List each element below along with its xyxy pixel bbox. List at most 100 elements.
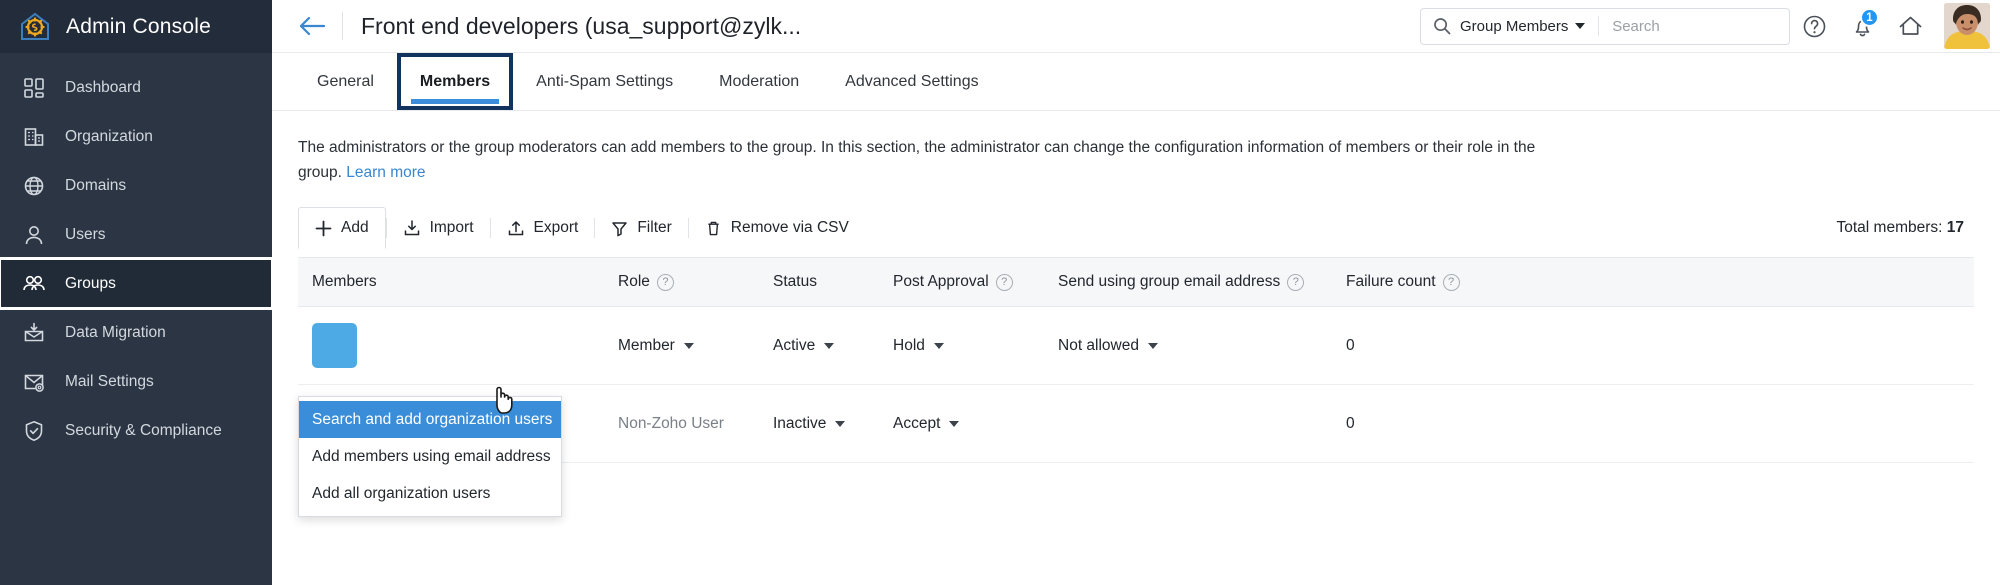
status-value: Inactive: [773, 414, 827, 432]
divider: [1598, 16, 1600, 36]
role-value: Non-Zoho User: [618, 414, 724, 432]
help-icon[interactable]: ?: [1287, 273, 1305, 291]
table-header-row: Members Role ? Status Post Approval ? Se: [298, 257, 1974, 308]
brand[interactable]: Admin Console: [0, 0, 272, 53]
admin-console-logo-icon: [18, 10, 52, 44]
add-label: Add: [341, 219, 369, 237]
sidebar-item-label: Mail Settings: [65, 372, 154, 390]
section-description: The administrators or the group moderato…: [298, 135, 1548, 185]
filter-button[interactable]: Filter: [595, 207, 687, 249]
search-scope-selector[interactable]: Group Members: [1460, 17, 1586, 35]
globe-icon: [22, 174, 46, 198]
plus-icon: [315, 220, 332, 237]
column-header-role[interactable]: Role ?: [618, 273, 773, 291]
tab-general[interactable]: General: [294, 53, 397, 110]
status-dropdown[interactable]: Inactive: [773, 415, 893, 433]
tab-anti-spam-settings[interactable]: Anti-Spam Settings: [513, 53, 696, 110]
column-label: Role: [618, 273, 650, 291]
members-section: The administrators or the group moderato…: [272, 111, 2000, 517]
menu-item-label: Search and add organization users: [312, 410, 553, 428]
export-label: Export: [533, 219, 579, 237]
filter-label: Filter: [637, 219, 672, 237]
column-label: Post Approval: [893, 273, 989, 291]
chevron-down-icon: [1148, 342, 1158, 349]
search-scope-label: Group Members: [1460, 17, 1569, 35]
status-value: Active: [773, 336, 816, 354]
post-approval-value: Hold: [893, 336, 925, 354]
export-icon: [507, 219, 525, 237]
post-approval-dropdown[interactable]: Hold: [893, 337, 1058, 355]
sidebar-item-dashboard[interactable]: Dashboard: [0, 63, 272, 112]
menu-item-add-all-organization-users[interactable]: Add all organization users: [299, 475, 561, 512]
groups-icon: [22, 272, 46, 296]
back-arrow-icon[interactable]: [294, 8, 330, 44]
divider: [342, 12, 343, 40]
building-icon: [22, 125, 46, 149]
help-circle-icon[interactable]: [1790, 2, 1838, 50]
sidebar-item-security-compliance[interactable]: Security & Compliance: [0, 406, 272, 455]
avatar[interactable]: [1944, 3, 1990, 49]
status-dropdown[interactable]: Active: [773, 337, 893, 355]
home-icon[interactable]: [1886, 2, 1934, 50]
tab-members[interactable]: Members: [396, 53, 514, 110]
search-input[interactable]: [1612, 17, 1777, 35]
help-icon[interactable]: ?: [1442, 273, 1460, 291]
failure-count-value: 0: [1346, 336, 1355, 354]
tab-label: Advanced Settings: [845, 72, 979, 90]
menu-item-add-members-using-email-address[interactable]: Add members using email address: [299, 438, 561, 475]
bell-icon[interactable]: 1: [1838, 2, 1886, 50]
column-header-failure-count[interactable]: Failure count ?: [1346, 273, 1546, 291]
page-title: Front end developers (usa_support@zylk..…: [361, 12, 802, 39]
sidebar-item-label: Security & Compliance: [65, 421, 222, 439]
migration-icon: [22, 321, 46, 345]
column-header-status[interactable]: Status: [773, 273, 893, 291]
menu-item-search-and-add-organization-users[interactable]: Search and add organization users: [299, 401, 561, 438]
send-using-group-email-dropdown[interactable]: Not allowed: [1058, 337, 1346, 355]
chevron-down-icon: [824, 342, 835, 349]
column-header-members[interactable]: Members: [298, 273, 618, 291]
export-button[interactable]: Export: [491, 207, 595, 249]
learn-more-link[interactable]: Learn more: [346, 164, 425, 181]
sidebar-nav: Dashboard Organization Domains Users Gro…: [0, 53, 274, 455]
sidebar-item-organization[interactable]: Organization: [0, 112, 272, 161]
remove-via-csv-button[interactable]: Remove via CSV: [689, 207, 865, 249]
help-icon[interactable]: ?: [995, 273, 1013, 291]
sidebar-item-label: Dashboard: [65, 78, 141, 96]
tab-advanced-settings[interactable]: Advanced Settings: [822, 53, 1001, 110]
search-box[interactable]: Group Members: [1420, 7, 1790, 45]
send-using-value: Not allowed: [1058, 336, 1139, 354]
help-icon[interactable]: ?: [656, 273, 674, 291]
column-label: Members: [312, 273, 377, 291]
sidebar-item-data-migration[interactable]: Data Migration: [0, 308, 272, 357]
total-members: Total members: 17: [1836, 219, 1974, 237]
tab-label: Anti-Spam Settings: [536, 72, 674, 90]
menu-item-label: Add members using email address: [312, 447, 551, 465]
column-header-post-approval[interactable]: Post Approval ?: [893, 273, 1058, 291]
member-identity: [298, 323, 618, 369]
role-dropdown[interactable]: Member: [618, 337, 773, 355]
column-header-send-using-group-email[interactable]: Send using group email address ?: [1058, 273, 1346, 291]
filter-icon: [611, 220, 628, 237]
import-label: Import: [429, 219, 474, 237]
sidebar-item-label: Users: [65, 225, 106, 243]
add-button[interactable]: Add: [298, 207, 386, 250]
import-button[interactable]: Import: [387, 207, 490, 249]
chevron-down-icon: [683, 342, 694, 349]
notification-badge: 1: [1860, 8, 1879, 27]
brand-title: Admin Console: [66, 14, 212, 38]
remove-csv-label: Remove via CSV: [730, 219, 849, 237]
admin-console-app: Admin Console Dashboard Organization Dom…: [0, 0, 2000, 585]
table-row[interactable]: Member Active Hold Not allowed 0: [298, 307, 1974, 386]
post-approval-dropdown[interactable]: Accept: [893, 415, 1058, 433]
sidebar-item-groups[interactable]: Groups: [0, 257, 274, 310]
sidebar-item-domains[interactable]: Domains: [0, 161, 272, 210]
import-icon: [403, 219, 421, 237]
sidebar-item-label: Organization: [65, 127, 153, 145]
sidebar-item-users[interactable]: Users: [0, 210, 272, 259]
description-text: The administrators or the group moderato…: [298, 139, 1536, 182]
shield-check-icon: [22, 419, 46, 443]
tab-moderation[interactable]: Moderation: [696, 53, 822, 110]
trash-icon: [705, 220, 722, 237]
sidebar-item-mail-settings[interactable]: Mail Settings: [0, 357, 272, 406]
mail-gear-icon: [22, 370, 46, 394]
